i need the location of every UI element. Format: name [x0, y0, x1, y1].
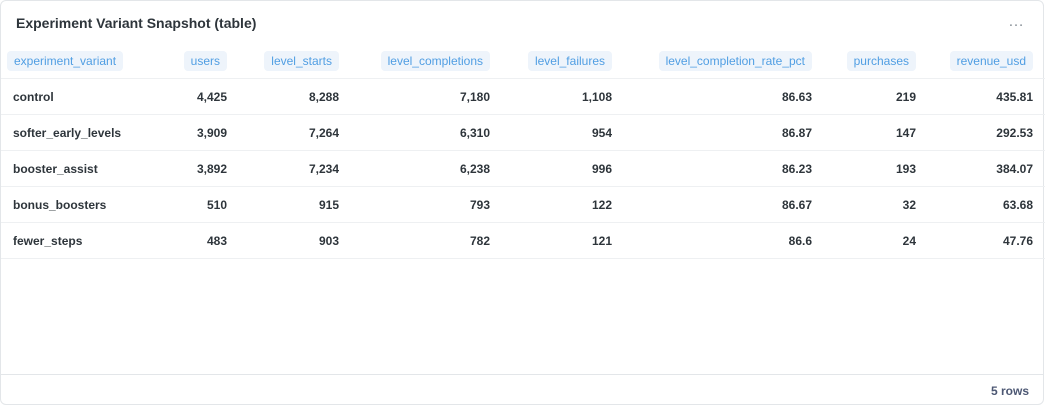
table-cell[interactable]: 86.23: [618, 150, 818, 187]
table-cell[interactable]: control: [1, 78, 166, 115]
column-header-label[interactable]: level_completions: [380, 50, 490, 71]
table-cell[interactable]: booster_assist: [1, 150, 166, 187]
data-table: experiment_variant users level_starts le…: [1, 43, 1045, 259]
table-cell[interactable]: 147: [818, 114, 922, 151]
table-cell[interactable]: bonus_boosters: [1, 186, 166, 223]
column-header-label[interactable]: revenue_usd: [949, 50, 1033, 71]
column-header-revenue-usd[interactable]: revenue_usd: [922, 43, 1045, 79]
table-cell[interactable]: 6,310: [345, 114, 496, 151]
table-row: fewer_steps 483 903 782 121 86.6 24 47.7…: [1, 222, 1045, 259]
table-cell[interactable]: 435.81: [922, 78, 1045, 115]
table-cell[interactable]: 32: [818, 186, 922, 223]
table-cell[interactable]: 7,180: [345, 78, 496, 115]
table-cell[interactable]: 63.68: [922, 186, 1045, 223]
table-cell[interactable]: 1,108: [496, 78, 618, 115]
table-cell[interactable]: 510: [166, 186, 233, 223]
column-header-level-starts[interactable]: level_starts: [233, 43, 345, 79]
table-cell[interactable]: 121: [496, 222, 618, 259]
table-cell[interactable]: 8,288: [233, 78, 345, 115]
card-title: Experiment Variant Snapshot (table): [16, 15, 257, 31]
table-header-row: experiment_variant users level_starts le…: [1, 43, 1045, 79]
column-header-label[interactable]: users: [183, 50, 227, 71]
table-cell[interactable]: 86.6: [618, 222, 818, 259]
table-cell[interactable]: 7,234: [233, 150, 345, 187]
table-cell[interactable]: 483: [166, 222, 233, 259]
table-cell[interactable]: 292.53: [922, 114, 1045, 151]
table-cell[interactable]: 996: [496, 150, 618, 187]
column-header-experiment-variant[interactable]: experiment_variant: [1, 43, 166, 79]
column-header-purchases[interactable]: purchases: [818, 43, 922, 79]
column-header-label[interactable]: level_completion_rate_pct: [658, 50, 812, 71]
column-header-level-completions[interactable]: level_completions: [345, 43, 496, 79]
table-cell[interactable]: 7,264: [233, 114, 345, 151]
column-header-label[interactable]: level_starts: [264, 50, 339, 71]
table-cell[interactable]: 6,238: [345, 150, 496, 187]
table-row: softer_early_levels 3,909 7,264 6,310 95…: [1, 114, 1045, 151]
table-cell[interactable]: fewer_steps: [1, 222, 166, 259]
table-cell[interactable]: 3,892: [166, 150, 233, 187]
column-header-users[interactable]: users: [166, 43, 233, 79]
table-cell[interactable]: 47.76: [922, 222, 1045, 259]
table-cell[interactable]: 782: [345, 222, 496, 259]
table-cell[interactable]: 86.67: [618, 186, 818, 223]
table-cell[interactable]: 193: [818, 150, 922, 187]
card-footer: 5 rows: [1, 374, 1043, 404]
table-cell[interactable]: 86.87: [618, 114, 818, 151]
table-cell[interactable]: 954: [496, 114, 618, 151]
column-header-label[interactable]: level_failures: [527, 50, 612, 71]
table-cell[interactable]: 3,909: [166, 114, 233, 151]
table-cell[interactable]: 86.63: [618, 78, 818, 115]
row-count: 5 rows: [990, 384, 1029, 398]
column-header-level-failures[interactable]: level_failures: [496, 43, 618, 79]
table-cell[interactable]: 384.07: [922, 150, 1045, 187]
table-cell[interactable]: 915: [233, 186, 345, 223]
column-header-label[interactable]: experiment_variant: [7, 50, 124, 71]
table-row: bonus_boosters 510 915 793 122 86.67 32 …: [1, 186, 1045, 223]
column-header-level-completion-rate-pct[interactable]: level_completion_rate_pct: [618, 43, 818, 79]
card-header: Experiment Variant Snapshot (table) …: [1, 1, 1043, 45]
table-cell[interactable]: 903: [233, 222, 345, 259]
table-card: Experiment Variant Snapshot (table) … ex…: [0, 0, 1045, 405]
table-row: control 4,425 8,288 7,180 1,108 86.63 21…: [1, 78, 1045, 115]
table-cell[interactable]: softer_early_levels: [1, 114, 166, 151]
table-cell[interactable]: 122: [496, 186, 618, 223]
table-cell[interactable]: 24: [818, 222, 922, 259]
table-cell[interactable]: 219: [818, 78, 922, 115]
table-cell[interactable]: 4,425: [166, 78, 233, 115]
more-options-icon[interactable]: …: [1008, 13, 1025, 31]
table-cell[interactable]: 793: [345, 186, 496, 223]
column-header-label[interactable]: purchases: [846, 50, 916, 71]
table-row: booster_assist 3,892 7,234 6,238 996 86.…: [1, 150, 1045, 187]
